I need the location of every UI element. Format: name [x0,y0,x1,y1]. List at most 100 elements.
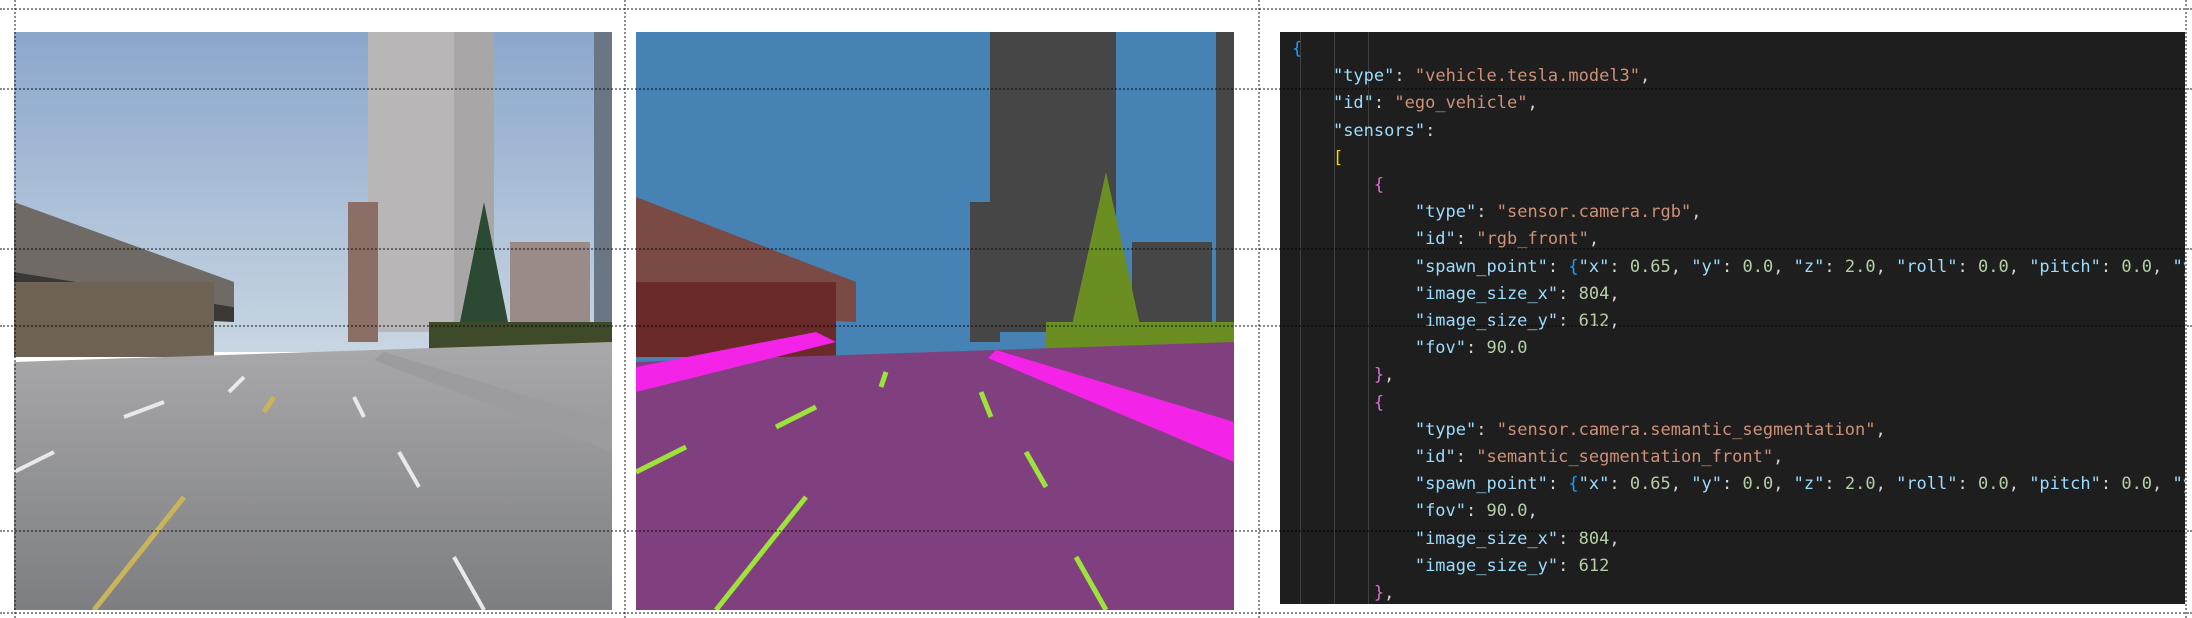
code-token: 0.65 [1629,474,1671,495]
code-token: : [1455,229,1477,250]
code-token: , [2008,474,2030,495]
code-token: "roll" [1896,256,1958,277]
code-line: "sensors": [1292,118,1435,145]
code-token: , [1527,501,1538,522]
code-token: , [1875,474,1897,495]
code-token: "sensor.camera.semantic_segmentation" [1496,419,1876,440]
code-token: "roll" [1896,474,1958,495]
code-token: { [1373,392,1385,413]
code-token: : [1394,66,1415,87]
code-token: 612 [1578,555,1610,576]
code-token: "yaw" [2172,256,2185,277]
code-line: { [1292,390,1384,417]
code-token: "spawn_point" [1414,256,1548,277]
grid-line [0,530,2192,532]
code-token: , [2008,256,2030,277]
code-token: , [1609,311,1620,331]
code-token: "sensor.camera.rgb" [1496,202,1692,223]
code-token: "fov" [1414,501,1467,522]
code-line: "id": "semantic_segmentation_front", [1292,444,1784,471]
code-token: : [1476,419,1497,440]
code-token: "id" [1332,93,1374,114]
code-line: "spawn_point": {"x": 0.65, "y": 0.0, "z"… [1292,471,2185,498]
code-token: "image_size_y" [1414,555,1559,576]
code-line: "fov": 90.0, [1292,498,1538,525]
code-token: : [2100,474,2122,495]
code-token: 2.0 [1844,474,1876,495]
code-token: [ [1332,147,1344,168]
code-token: , [1384,365,1395,386]
code-line: { [1292,172,1384,199]
grid-line [624,0,626,618]
code-line: }, [1292,580,1395,604]
grid-line [2185,0,2187,618]
grid-line [14,0,16,618]
code-token: "image_size_x" [1414,283,1559,304]
code-token: 612 [1578,311,1610,331]
building-left [348,202,378,342]
code-line: "type": "sensor.camera.rgb", [1292,199,1702,226]
seg-road [636,342,1234,610]
code-token: "x" [1578,474,1610,495]
code-token: : [1558,283,1579,304]
code-token: { [1373,175,1385,195]
code-token: : [1957,256,1978,277]
code-line: }, [1292,362,1395,389]
code-token: : [2100,256,2122,277]
code-token: , [1875,419,1886,440]
code-token: , [1773,474,1794,495]
code-token: , [1670,256,1692,277]
code-line: "spawn_point": {"x": 0.65, "y": 0.0, "z"… [1292,254,2185,281]
code-token: "id" [1414,229,1456,250]
code-token: : [1466,338,1487,359]
code-token: "y" [1691,256,1722,277]
code-token: "z" [1793,474,1825,495]
code-token: 2.0 [1844,256,1876,277]
config-code-editor: { "type": "vehicle.tesla.model3", "id": … [1280,32,2185,604]
code-token: "type" [1332,66,1395,87]
code-token: , [1588,229,1600,250]
grid-line [0,88,2192,90]
code-token: "fov" [1414,338,1467,359]
code-token: "ego_vehicle" [1394,93,1528,114]
code-token: : [1558,555,1579,576]
code-token: } [1373,583,1385,603]
rgb-camera-image [14,32,612,610]
code-token: , [2152,256,2173,277]
code-line: "image_size_x": 804, [1292,281,1620,308]
code-token: { [1292,39,1303,59]
road [14,342,612,610]
code-token: : [1721,474,1743,495]
code-token: 90.0 [1486,338,1528,359]
code-token: "type" [1414,202,1477,223]
code-token: , [1609,283,1620,304]
code-token: : [1455,447,1477,467]
code-token: 0.0 [1977,256,2009,277]
code-token: } [1373,365,1385,386]
code-token: : [1824,256,1845,277]
code-line: { [1292,36,1302,63]
code-token: 0.0 [1977,474,2009,495]
code-token: "image_size_y" [1414,311,1559,331]
code-token: "yaw" [2172,474,2185,495]
code-token: , [1670,474,1692,495]
code-line: "type": "vehicle.tesla.model3", [1292,63,1650,90]
code-token: "sensors" [1332,120,1426,141]
segmentation-image [636,32,1234,610]
code-token: "vehicle.tesla.model3" [1414,66,1641,87]
code-token: "semantic_segmentation_front" [1476,447,1774,467]
building-edge [594,32,612,362]
code-token: 0.0 [1742,256,1774,277]
code-token: : [1824,474,1845,495]
code-token: , [2152,474,2173,495]
